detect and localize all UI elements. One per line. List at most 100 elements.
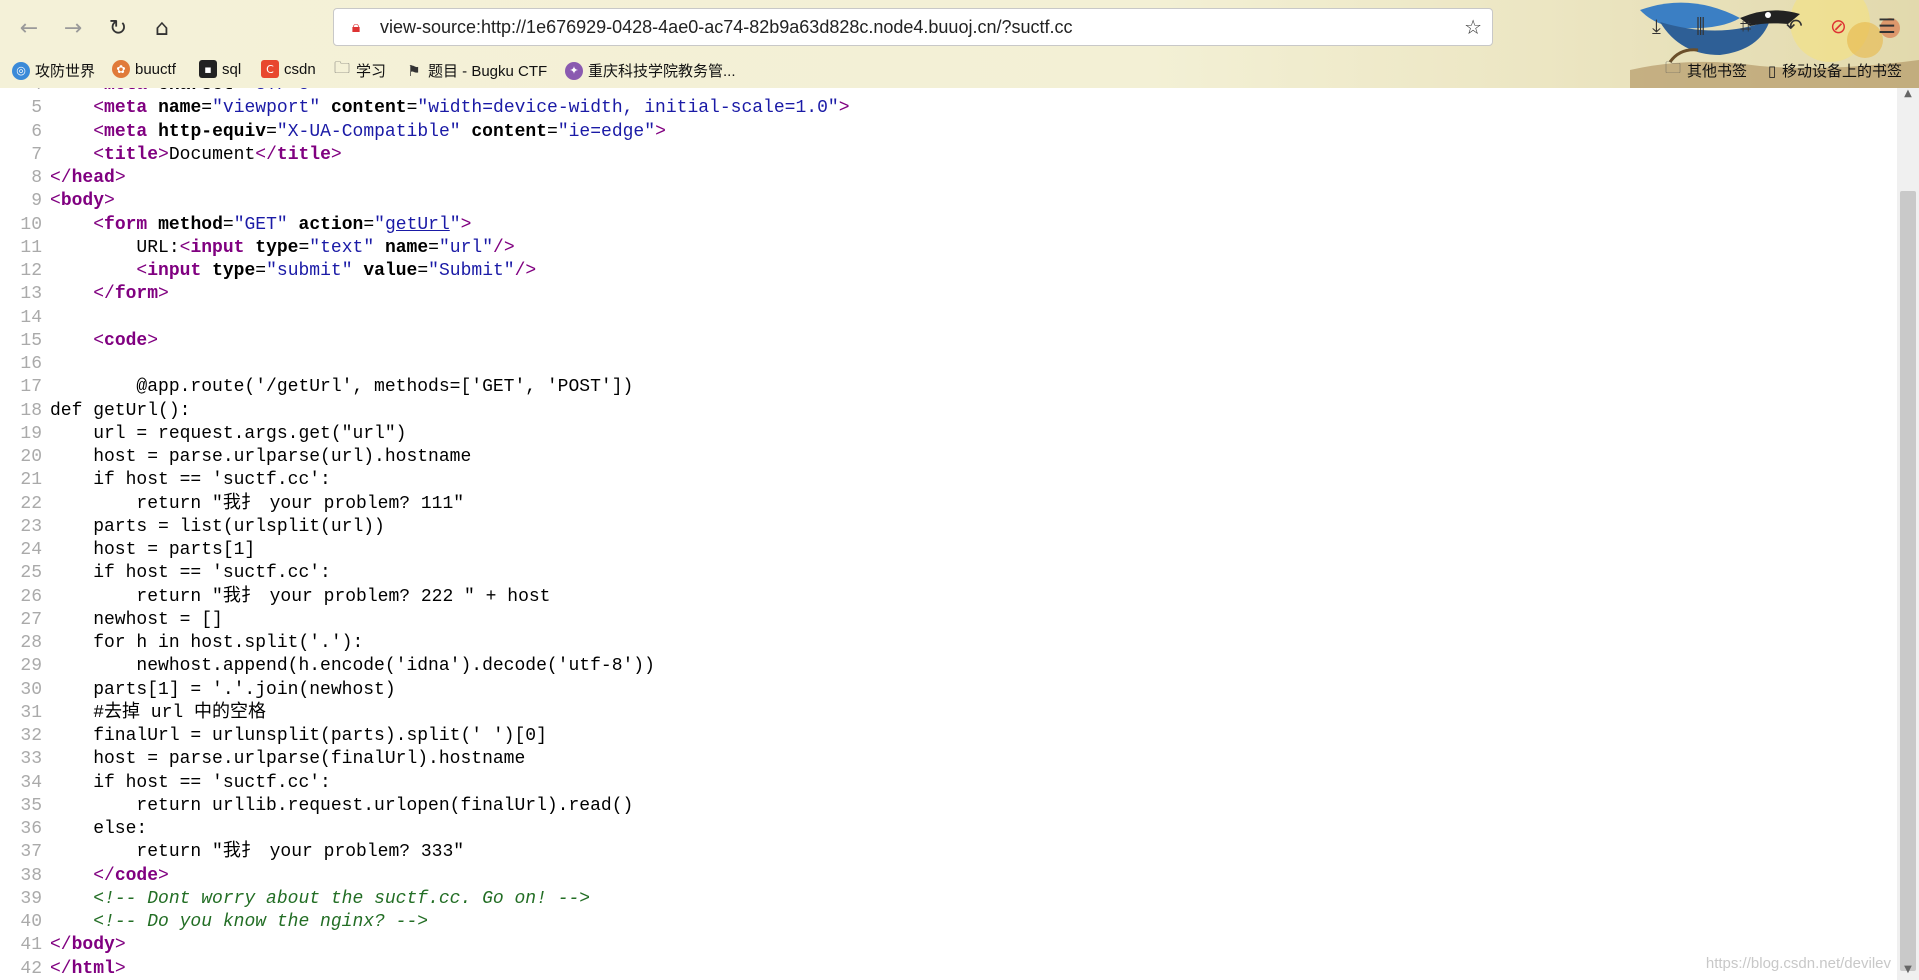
- bookmark-folder-mobile[interactable]: ▯ 移动设备上的书签: [1766, 60, 1902, 81]
- page-source-view: 4 <meta charset="UTF-8">5 <meta name="vi…: [0, 88, 1897, 980]
- star-icon[interactable]: ☆: [1464, 15, 1482, 39]
- navigation-bar: ← → ↻ ⌂ 🔒︎ view-source:http://1e676929-0…: [0, 0, 1919, 54]
- source-line: 6 <meta http-equiv="X-UA-Compatible" con…: [0, 121, 1897, 144]
- flag-icon: ⚑: [407, 61, 421, 80]
- line-number: 9: [31, 191, 42, 212]
- bookmarks-bar: ◎ 攻防世界 ✿ buuctf ▪ sql C csdn 🗀︎ 学习 ⚑ 题目 …: [0, 56, 1919, 86]
- source-line: 16: [0, 353, 1897, 376]
- lock-icon[interactable]: 🔒︎: [340, 17, 372, 37]
- line-number: 28: [20, 633, 42, 653]
- menu-icon[interactable]: ☰: [1878, 14, 1896, 38]
- folder-icon: 🗀︎: [333, 58, 350, 77]
- source-code-text: #去掉 url 中的空格: [50, 702, 267, 723]
- source-code-text: host = parse.urlparse(finalUrl).hostname: [50, 749, 526, 770]
- source-line: 24 host = parts[1]: [0, 539, 1897, 562]
- source-code-text: <body>: [50, 191, 115, 212]
- source-line: 42 </html>: [0, 958, 1897, 980]
- back-icon[interactable]: ←: [12, 11, 46, 45]
- source-line: 32 finalUrl = urlunsplit(parts).split(' …: [0, 725, 1897, 748]
- source-line: 25 if host == 'suctf.cc':: [0, 562, 1897, 585]
- line-number: 37: [20, 842, 42, 863]
- bookmark-label: 其他书签: [1687, 63, 1748, 80]
- source-line: 14: [0, 307, 1897, 330]
- bookmark-item[interactable]: ◎ 攻防世界: [12, 60, 95, 81]
- source-code-text: finalUrl = urlunsplit(parts).split(' ')[…: [50, 726, 547, 746]
- bookmark-item[interactable]: ✿ buuctf: [112, 60, 176, 78]
- line-number: 12: [20, 261, 42, 281]
- source-code-text: newhost.append(h.encode('idna').decode('…: [50, 656, 655, 677]
- source-line: 31 #去掉 url 中的空格: [0, 702, 1897, 725]
- line-number: 31: [20, 702, 42, 723]
- source-line: 18 def getUrl():: [0, 400, 1897, 423]
- source-line: 38 </code>: [0, 865, 1897, 888]
- line-number: 42: [20, 958, 42, 979]
- bookmark-item[interactable]: C csdn: [261, 60, 316, 78]
- line-number: 38: [20, 865, 42, 886]
- line-number: 21: [20, 470, 42, 491]
- line-number: 34: [20, 772, 42, 793]
- line-number: 23: [20, 516, 42, 537]
- source-line: 10 <form method="GET" action="getUrl">: [0, 214, 1897, 237]
- bookmark-label: 重庆科技学院教务管...: [588, 63, 736, 80]
- source-line: 30 parts[1] = '.'.join(newhost): [0, 679, 1897, 702]
- source-code-text: parts[1] = '.'.join(newhost): [50, 679, 396, 700]
- address-bar[interactable]: 🔒︎ view-source:http://1e676929-0428-4ae0…: [333, 8, 1493, 46]
- line-number: 22: [20, 493, 42, 514]
- bookmark-label: sql: [222, 60, 242, 78]
- library-icon[interactable]: ⫼: [1696, 14, 1705, 38]
- vertical-scrollbar[interactable]: ▲ ▼: [1897, 88, 1919, 980]
- source-line: 17 @app.route('/getUrl', methods=['GET',…: [0, 376, 1897, 399]
- source-line: 34 if host == 'suctf.cc':: [0, 772, 1897, 795]
- line-number: 8: [31, 168, 42, 188]
- address-url[interactable]: view-source:http://1e676929-0428-4ae0-ac…: [380, 17, 1073, 38]
- source-code-text: if host == 'suctf.cc':: [50, 772, 331, 793]
- school-icon: ✦: [565, 61, 583, 80]
- bookmark-item[interactable]: 🗀︎ 学习: [333, 58, 387, 81]
- mobile-icon: ▯: [1767, 61, 1777, 80]
- line-number: 39: [20, 888, 42, 909]
- line-number: 33: [20, 749, 42, 770]
- source-code-text: </body>: [50, 935, 126, 956]
- source-line: 23 parts = list(urlsplit(url)): [0, 516, 1897, 539]
- source-code-text: return "我扌 your problem? 333": [50, 842, 465, 863]
- reload-icon[interactable]: ↻: [101, 11, 135, 45]
- bookmark-item[interactable]: ⚑ 题目 - Bugku CTF: [405, 60, 547, 81]
- source-code-text: <meta http-equiv="X-UA-Compatible" conte…: [93, 121, 666, 142]
- source-line: 35 return urllib.request.urlopen(finalUr…: [0, 795, 1897, 818]
- line-number: 4: [0, 88, 50, 97]
- line-number: 29: [20, 656, 42, 677]
- source-code-text: host = parse.urlparse(url).hostname: [50, 447, 472, 467]
- line-number: 20: [20, 447, 42, 467]
- undo-icon[interactable]: ↶: [1786, 14, 1803, 38]
- line-number: 6: [31, 121, 42, 142]
- bookmark-label: 学习: [356, 63, 387, 80]
- line-number: 15: [20, 330, 42, 351]
- download-icon[interactable]: ⤓: [1652, 14, 1661, 38]
- source-line: 26 return "我扌 your problem? 222 " + host: [0, 586, 1897, 609]
- crop-icon[interactable]: ⌗: [1740, 14, 1751, 38]
- source-code-text: </html>: [50, 958, 126, 979]
- scroll-up-icon[interactable]: ▲: [1897, 88, 1919, 104]
- bookmark-label: 题目 - Bugku CTF: [428, 63, 548, 80]
- bookmark-item[interactable]: ▪ sql: [199, 60, 241, 78]
- source-line: 7 <title>Document</title>: [0, 144, 1897, 167]
- home-icon[interactable]: ⌂: [145, 11, 179, 45]
- source-code-text: <title>Document</title>: [93, 144, 342, 165]
- blocked-icon[interactable]: ⊘: [1830, 14, 1847, 38]
- source-line: 11 URL:<input type="text" name="url"/>: [0, 237, 1897, 260]
- source-line: 36 else:: [0, 818, 1897, 841]
- source-line: 4 <meta charset="UTF-8">: [0, 88, 1897, 97]
- bookmark-folder-other[interactable]: 🗀︎ 其他书签: [1664, 58, 1748, 81]
- hack-icon: ▪: [199, 60, 217, 78]
- bookmark-item[interactable]: ✦ 重庆科技学院教务管...: [565, 60, 736, 81]
- line-number: 26: [20, 586, 42, 607]
- source-line: 21 if host == 'suctf.cc':: [0, 469, 1897, 492]
- source-line: 41 </body>: [0, 934, 1897, 957]
- scrollbar-thumb[interactable]: [1900, 191, 1916, 971]
- line-number: 5: [31, 98, 42, 119]
- scroll-down-icon[interactable]: ▼: [1897, 964, 1919, 980]
- source-code-text: parts = list(urlsplit(url)): [50, 516, 385, 537]
- forward-icon[interactable]: →: [56, 11, 90, 45]
- source-code-text: return "我扌 your problem? 111": [50, 493, 465, 514]
- source-line: 5 <meta name="viewport" content="width=d…: [0, 97, 1897, 120]
